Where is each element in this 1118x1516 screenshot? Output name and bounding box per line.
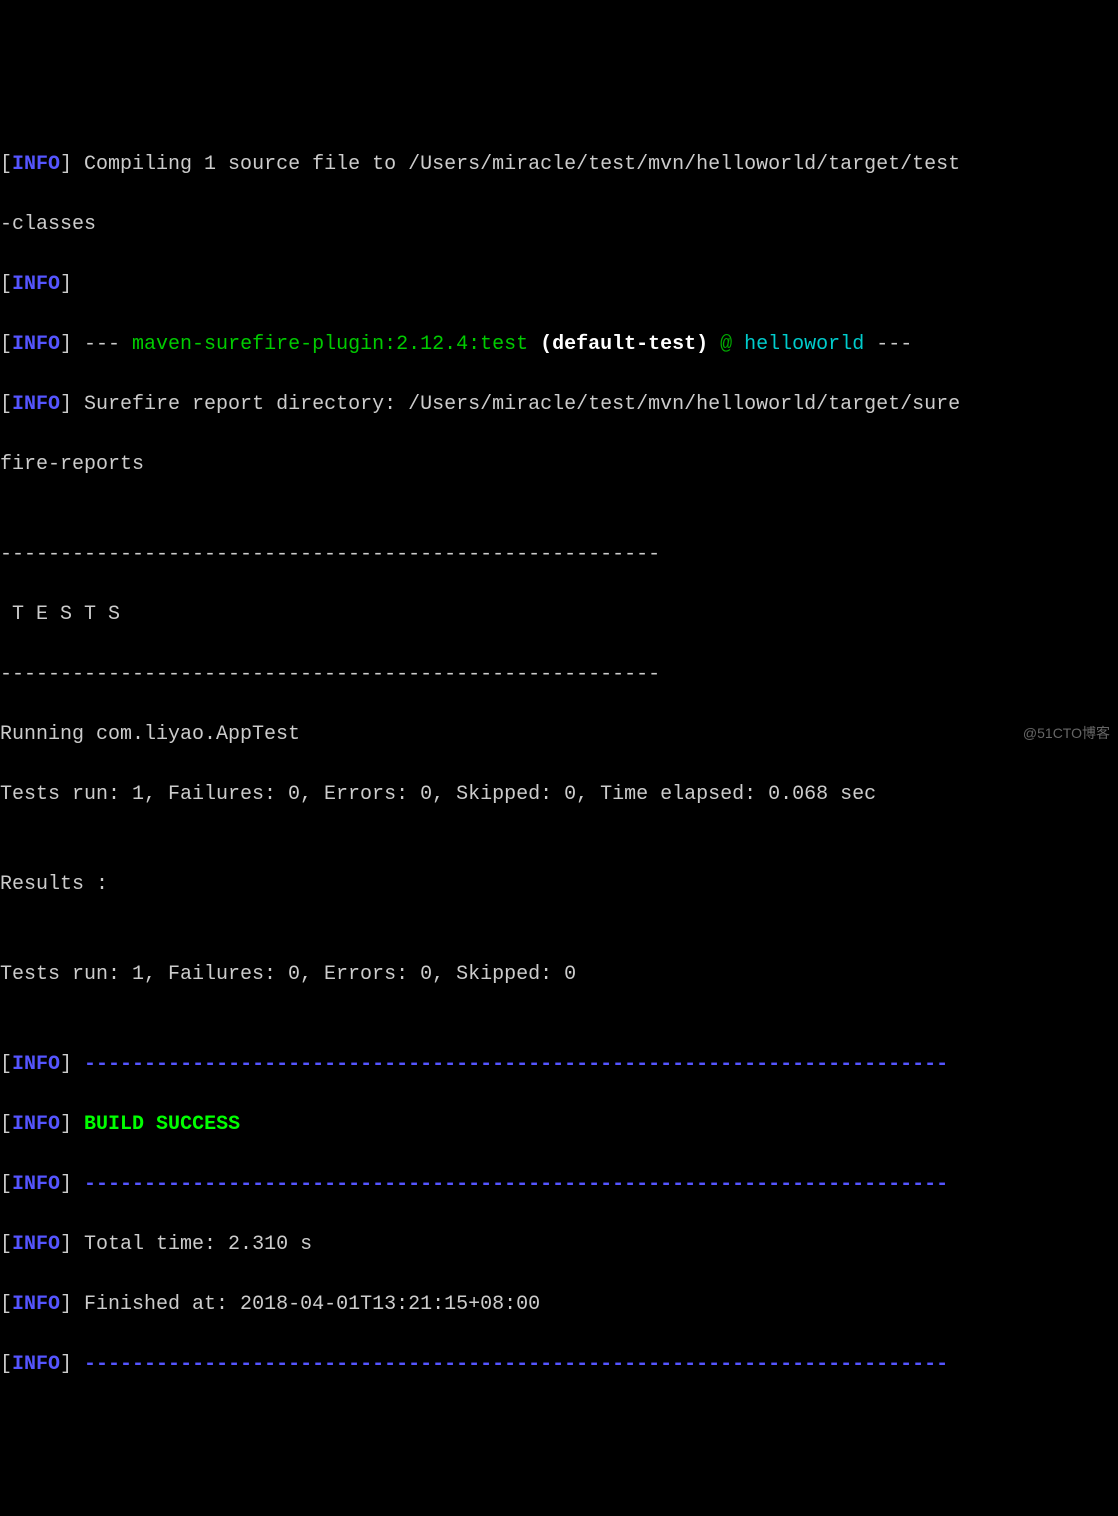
bracket-open: [ bbox=[0, 1113, 12, 1136]
bracket-open: [ bbox=[0, 153, 12, 176]
terminal-output[interactable]: [INFO] Compiling 1 source file to /Users… bbox=[0, 120, 1118, 1410]
bracket-open: [ bbox=[0, 1173, 12, 1196]
at-sign: @ bbox=[708, 333, 744, 356]
log-line: [INFO] BUILD SUCCESS bbox=[0, 1110, 1118, 1140]
tests-header: T E S T S bbox=[0, 600, 1118, 630]
goal-name: (default-test) bbox=[528, 333, 708, 356]
info-tag: INFO bbox=[12, 1353, 60, 1376]
watermark: @51CTO博客 bbox=[1023, 723, 1110, 744]
separator: ----------------------------------------… bbox=[0, 540, 1118, 570]
separator: ----------------------------------------… bbox=[84, 1053, 948, 1076]
info-tag: INFO bbox=[12, 1113, 60, 1136]
log-line: [INFO] Total time: 2.310 s bbox=[0, 1230, 1118, 1260]
info-tag: INFO bbox=[12, 273, 60, 296]
separator: ----------------------------------------… bbox=[84, 1173, 948, 1196]
finished-at: ] Finished at: 2018-04-01T13:21:15+08:00 bbox=[60, 1293, 540, 1316]
log-line: [INFO] Surefire report directory: /Users… bbox=[0, 390, 1118, 420]
info-tag: INFO bbox=[12, 1053, 60, 1076]
log-text: ] bbox=[60, 1053, 84, 1076]
log-text: ] Surefire report directory: /Users/mira… bbox=[60, 393, 960, 416]
log-line: [INFO] Compiling 1 source file to /Users… bbox=[0, 150, 1118, 180]
log-text: --- bbox=[864, 333, 912, 356]
log-line: [INFO] bbox=[0, 270, 1118, 300]
bracket-open: [ bbox=[0, 1233, 12, 1256]
log-line: [INFO] ---------------------------------… bbox=[0, 1170, 1118, 1200]
bracket-open: [ bbox=[0, 1053, 12, 1076]
bracket-open: [ bbox=[0, 333, 12, 356]
log-line: fire-reports bbox=[0, 450, 1118, 480]
info-tag: INFO bbox=[12, 1233, 60, 1256]
build-success: BUILD SUCCESS bbox=[84, 1113, 240, 1136]
log-text: ] bbox=[60, 1113, 84, 1136]
separator: ----------------------------------------… bbox=[0, 660, 1118, 690]
test-running: Running com.liyao.AppTest bbox=[0, 720, 1118, 750]
info-tag: INFO bbox=[12, 1173, 60, 1196]
log-line: [INFO] Finished at: 2018-04-01T13:21:15+… bbox=[0, 1290, 1118, 1320]
results-label: Results : bbox=[0, 870, 1118, 900]
info-tag: INFO bbox=[12, 153, 60, 176]
bracket-open: [ bbox=[0, 1293, 12, 1316]
log-line: [INFO] ---------------------------------… bbox=[0, 1350, 1118, 1380]
test-summary: Tests run: 1, Failures: 0, Errors: 0, Sk… bbox=[0, 960, 1118, 990]
plugin-name: maven-surefire-plugin:2.12.4:test bbox=[132, 333, 528, 356]
log-line: -classes bbox=[0, 210, 1118, 240]
separator: ----------------------------------------… bbox=[84, 1353, 948, 1376]
bracket-open: [ bbox=[0, 273, 12, 296]
info-tag: INFO bbox=[12, 1293, 60, 1316]
log-text: -classes bbox=[0, 213, 96, 236]
log-text: ] bbox=[60, 1353, 84, 1376]
log-line: [INFO] ---------------------------------… bbox=[0, 1050, 1118, 1080]
log-text: ] bbox=[60, 1173, 84, 1196]
log-line: [INFO] --- maven-surefire-plugin:2.12.4:… bbox=[0, 330, 1118, 360]
bracket-open: [ bbox=[0, 393, 12, 416]
log-text: fire-reports bbox=[0, 453, 144, 476]
bracket-open: [ bbox=[0, 1353, 12, 1376]
log-text: ] bbox=[60, 273, 72, 296]
log-text: ] --- bbox=[60, 333, 132, 356]
log-text: ] Compiling 1 source file to /Users/mira… bbox=[60, 153, 960, 176]
total-time: ] Total time: 2.310 s bbox=[60, 1233, 312, 1256]
info-tag: INFO bbox=[12, 333, 60, 356]
info-tag: INFO bbox=[12, 393, 60, 416]
project-name: helloworld bbox=[744, 333, 864, 356]
test-result: Tests run: 1, Failures: 0, Errors: 0, Sk… bbox=[0, 780, 1118, 810]
